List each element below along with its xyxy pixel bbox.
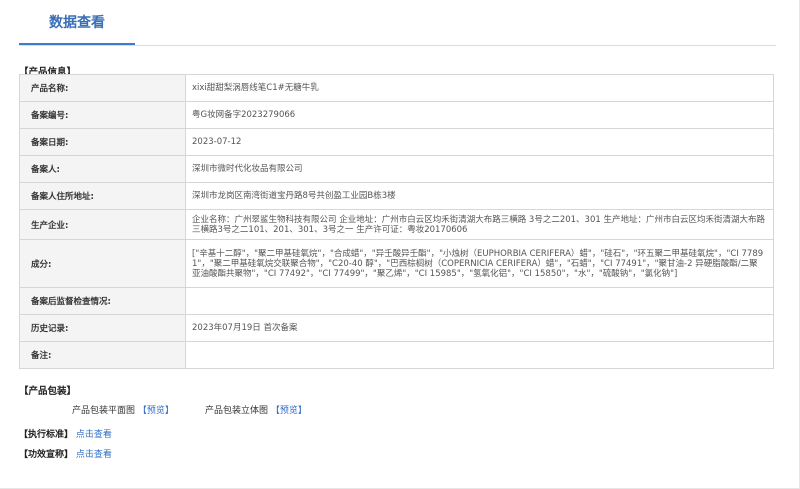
packaging-solid-item: 产品包装立体图 【预览】 <box>205 403 307 416</box>
table-row: 历史记录: 2023年07月19日 首次备案 <box>19 314 774 342</box>
row-label: 产品名称: <box>19 74 186 102</box>
row-label: 生产企业: <box>19 209 186 240</box>
packaging-flat-item: 产品包装平面图 【预览】 <box>72 403 174 416</box>
table-row: 备案后监督检查情况: <box>19 287 774 315</box>
tab-bar: 数据查看 <box>19 0 776 46</box>
row-label: 备案编号: <box>19 101 186 129</box>
row-value <box>185 287 774 315</box>
row-value: ["辛基十二醇"，"聚二甲基硅氧烷"，"合成蜡"，"异壬酸异壬酯"，"小烛树（E… <box>185 239 774 288</box>
row-value: xixi甜甜梨涡唇线笔C1#无糖牛乳 <box>185 74 774 102</box>
efficacy-label: 【功效宣称】 <box>19 450 74 460</box>
row-label: 历史记录: <box>19 314 186 342</box>
row-label: 成分: <box>19 239 186 288</box>
row-value: 深圳市微时代化妆品有限公司 <box>185 155 774 183</box>
product-info-table: 产品名称: xixi甜甜梨涡唇线笔C1#无糖牛乳 备案编号: 粤G妆网备字202… <box>19 74 774 369</box>
table-row: 生产企业: 企业名称：广州翠鲨生物科技有限公司 企业地址：广州市白云区均禾街清湖… <box>19 209 774 240</box>
packaging-title: 【产品包装】 <box>19 386 77 397</box>
row-label: 备注: <box>19 341 186 369</box>
table-row: 备注: <box>19 341 774 369</box>
row-label: 备案后监督检查情况: <box>19 287 186 315</box>
efficacy-view-link[interactable]: 点击查看 <box>76 450 112 460</box>
standard-label: 【执行标准】 <box>19 430 74 440</box>
row-label: 备案人住所地址: <box>19 182 186 210</box>
table-row: 备案人住所地址: 深圳市龙岗区南湾街道宝丹路8号共创盈工业园B栋3楼 <box>19 182 774 210</box>
packaging-solid-preview-link[interactable]: 【预览】 <box>271 406 307 416</box>
row-value <box>185 341 774 369</box>
row-value: 深圳市龙岗区南湾街道宝丹路8号共创盈工业园B栋3楼 <box>185 182 774 210</box>
row-label: 备案人: <box>19 155 186 183</box>
table-row: 备案人: 深圳市微时代化妆品有限公司 <box>19 155 774 183</box>
packaging-flat-label: 产品包装平面图 <box>72 406 136 416</box>
row-value: 企业名称：广州翠鲨生物科技有限公司 企业地址：广州市白云区均禾街清湖大布路三横路… <box>185 209 774 240</box>
packaging-flat-preview-link[interactable]: 【预览】 <box>138 406 174 416</box>
row-label: 备案日期: <box>19 128 186 156</box>
table-row: 备案日期: 2023-07-12 <box>19 128 774 156</box>
row-value: 粤G妆网备字2023279066 <box>185 101 774 129</box>
standard-view-link[interactable]: 点击查看 <box>76 430 112 440</box>
packaging-solid-label: 产品包装立体图 <box>205 406 269 416</box>
table-row: 成分: ["辛基十二醇"，"聚二甲基硅氧烷"，"合成蜡"，"异壬酸异壬酯"，"小… <box>19 239 774 288</box>
row-value: 2023-07-12 <box>185 128 774 156</box>
row-value: 2023年07月19日 首次备案 <box>185 314 774 342</box>
efficacy-row: 【功效宣称】 点击查看 <box>19 447 112 460</box>
standard-row: 【执行标准】 点击查看 <box>19 427 112 440</box>
table-row: 产品名称: xixi甜甜梨涡唇线笔C1#无糖牛乳 <box>19 74 774 102</box>
tab-data-view[interactable]: 数据查看 <box>19 0 135 45</box>
table-row: 备案编号: 粤G妆网备字2023279066 <box>19 101 774 129</box>
